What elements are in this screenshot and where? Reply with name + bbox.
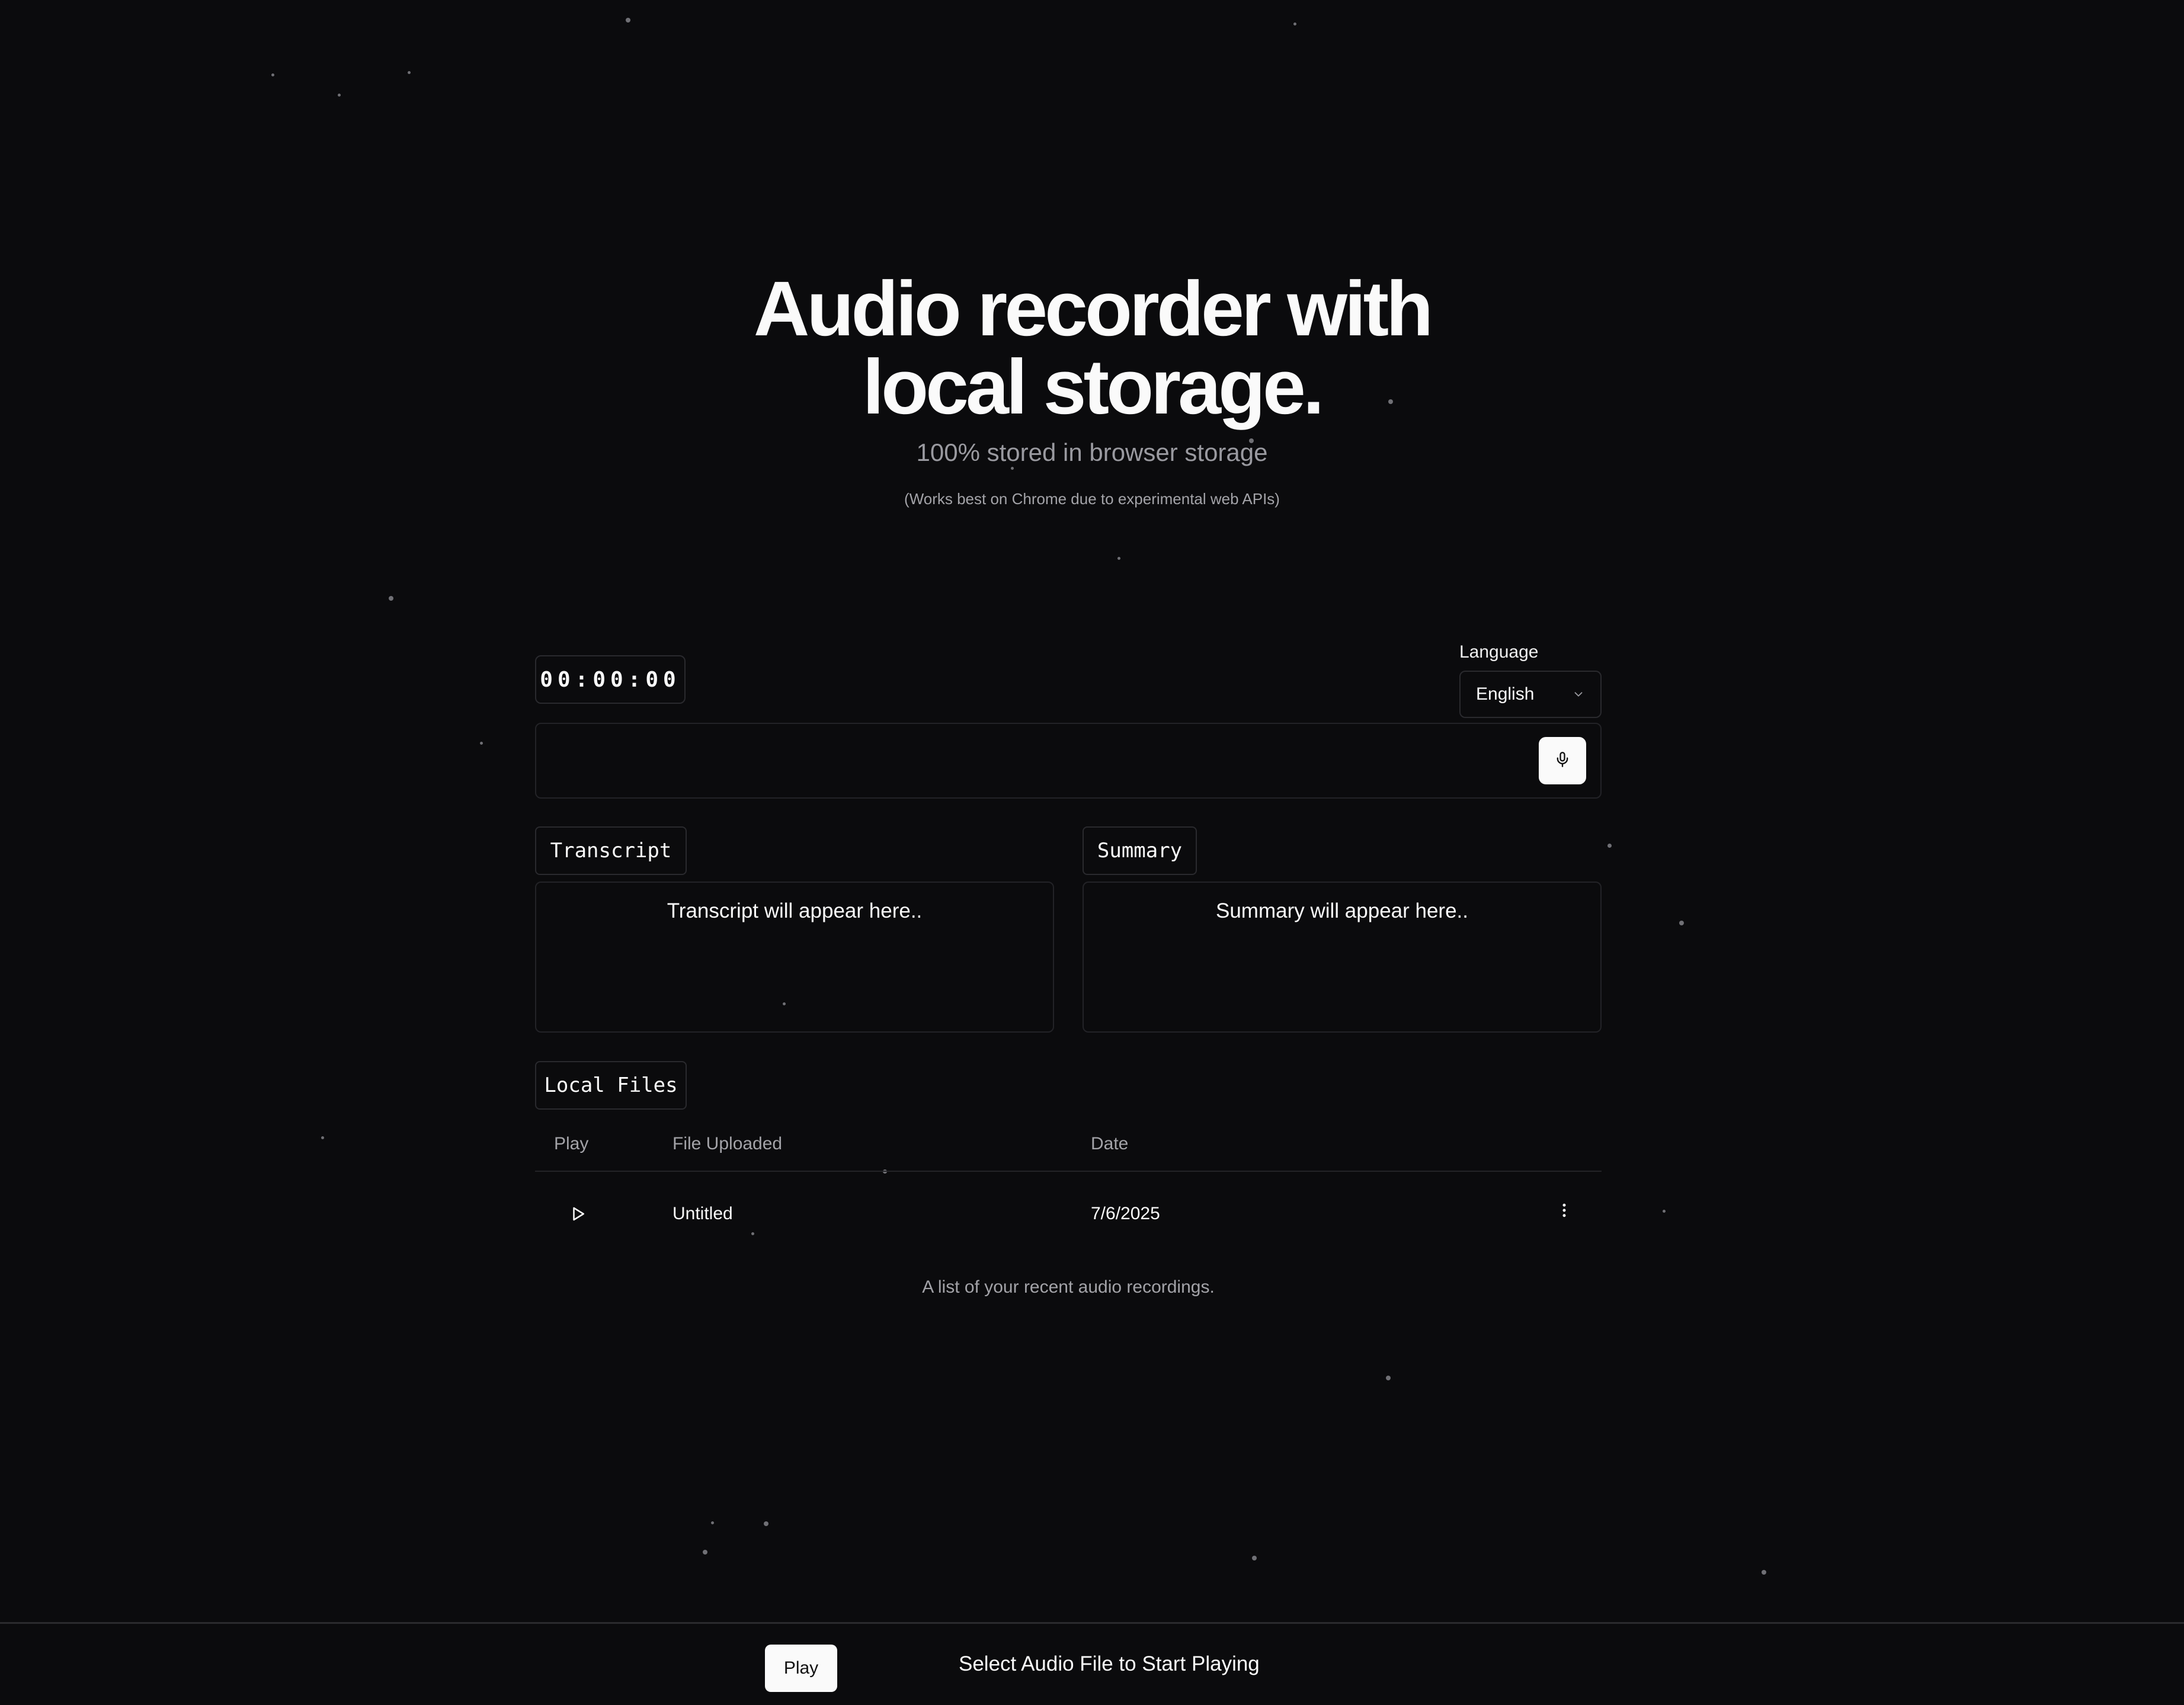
- microphone-icon: [1554, 751, 1571, 771]
- audio-player-bar: Play Select Audio File to Start Playing: [0, 1622, 2184, 1705]
- column-header-date: Date: [1091, 1134, 1129, 1153]
- page: Audio recorder with local storage. 100% …: [0, 0, 2184, 1705]
- column-header-file: File Uploaded: [673, 1134, 783, 1153]
- recording-bar: [535, 723, 1602, 799]
- language-label: Language: [1459, 642, 1539, 662]
- recording-timer: 00:00:00: [535, 655, 686, 704]
- play-button[interactable]: Play: [765, 1645, 837, 1692]
- local-files-tab[interactable]: Local Files: [535, 1061, 687, 1110]
- files-table-header: Play File Uploaded Date: [535, 1126, 1602, 1172]
- file-name: Untitled: [673, 1204, 733, 1223]
- subtitle: 100% stored in browser storage: [916, 438, 1268, 466]
- language-value: English: [1476, 684, 1535, 704]
- table-caption: A list of your recent audio recordings.: [922, 1277, 1215, 1297]
- transcript-panel: Transcript will appear here..: [535, 882, 1054, 1033]
- browser-note: (Works best on Chrome due to experimenta…: [904, 490, 1280, 508]
- language-select[interactable]: English: [1459, 671, 1602, 718]
- page-title: Audio recorder with local storage.: [0, 270, 2184, 426]
- player-status: Select Audio File to Start Playing: [959, 1652, 1260, 1675]
- play-icon[interactable]: [569, 1205, 587, 1228]
- transcript-tab[interactable]: Transcript: [535, 826, 687, 875]
- transcript-placeholder: Transcript will appear here..: [667, 899, 923, 922]
- record-button[interactable]: [1539, 737, 1586, 784]
- table-row[interactable]: Untitled 7/6/2025: [535, 1172, 1602, 1261]
- title-line-1: Audio recorder with: [753, 265, 1433, 352]
- chevron-down-icon: [1572, 688, 1585, 701]
- title-line-2: local storage.: [862, 343, 1325, 430]
- more-options-icon[interactable]: [1555, 1200, 1573, 1225]
- summary-placeholder: Summary will appear here..: [1216, 899, 1468, 922]
- file-date: 7/6/2025: [1091, 1204, 1160, 1223]
- column-header-play: Play: [554, 1134, 589, 1153]
- summary-panel: Summary will appear here..: [1083, 882, 1602, 1033]
- summary-tab[interactable]: Summary: [1083, 826, 1197, 875]
